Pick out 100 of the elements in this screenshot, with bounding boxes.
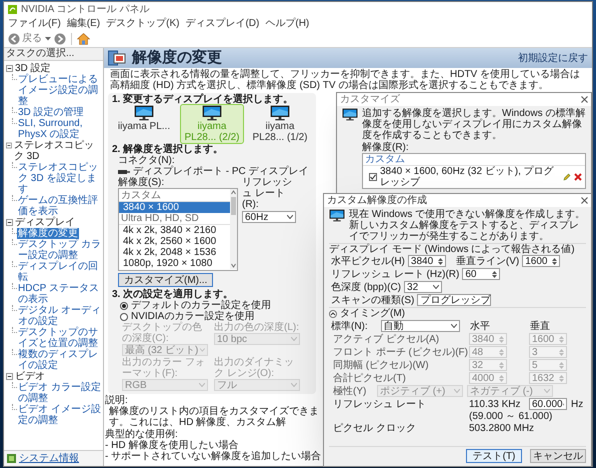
scrollbar-drawing[interactable] [230, 189, 237, 269]
field-label: コネクタ(N): [117, 155, 176, 166]
tree-item[interactable]: ビデオ イメージ設定の調整 [17, 404, 102, 426]
close-icon[interactable] [581, 96, 588, 103]
customize-button[interactable]: カスタマイズ(M)... [118, 273, 214, 287]
column-header: 垂直 [530, 320, 551, 332]
list-item[interactable]: 4k x 2k, 2560 × 1600 [119, 236, 230, 247]
dialog-button[interactable]: キャンセル [530, 449, 586, 463]
dialog-title: カスタマイズ [340, 94, 400, 105]
back-button[interactable]: 戻る [8, 32, 42, 44]
menu-item[interactable]: ヘルプ(H) [265, 18, 310, 28]
display-option[interactable]: iiyama PL... [113, 105, 175, 143]
spin-field[interactable]: 60 [462, 268, 500, 280]
app-logo-icon [8, 4, 17, 14]
menu-item[interactable]: デスクトップ(K) [106, 18, 180, 28]
tree-item[interactable]: ゲームの互換性評価を表示 [17, 195, 102, 217]
field-label: 解像度(S): [118, 177, 166, 188]
dialog-button[interactable]: テスト(T) [466, 449, 522, 463]
monitor-icon [270, 105, 290, 121]
tree-item[interactable]: プレビューによるイメージ設定の調整 [17, 74, 102, 107]
collapse-icon[interactable] [6, 219, 13, 226]
section-toggle[interactable]: タイミング(M) [340, 308, 405, 319]
step-heading: 3. 次の設定を適用します。 [112, 289, 234, 300]
field-label: ピクセル クロック [333, 423, 417, 434]
spinner-arrows-icon[interactable] [552, 256, 558, 266]
usage-item: - HD 解像度を使用したい場合 [105, 440, 238, 451]
dropdown-arrow-icon[interactable] [45, 36, 51, 40]
close-icon[interactable] [581, 197, 588, 204]
section-label: 説明: [105, 395, 129, 406]
tree-item[interactable]: デジタル オーディオの設定 [17, 305, 102, 327]
field-label: 解像度(R): [361, 142, 410, 153]
list-item[interactable]: 1080p, 1920 × 1080 [119, 258, 230, 269]
list-item[interactable]: 4k x 2k, 3840 × 2160 [119, 225, 230, 236]
radio-button[interactable] [120, 302, 128, 310]
tree-item[interactable]: SLI, Surround, PhysX の設定 [17, 118, 102, 140]
monitor-icon [202, 105, 222, 121]
field-label: リフレッシュ レート(R): [242, 177, 293, 210]
spin-field[interactable]: 60.000 [529, 398, 567, 410]
readout-text: 503.2800 MHz [469, 423, 534, 434]
field-label: 色深度 (bpp)(C) [331, 282, 402, 292]
list-item[interactable]: 3840 × 1600, 60Hz (32 ビット), プログレッシブ [380, 166, 560, 188]
field-label: リフレッシュ レート [333, 398, 427, 410]
tree-category[interactable]: ステレオスコピック 3D [14, 140, 102, 162]
monitor-icon [342, 108, 358, 121]
connector-text: ディスプレイポート - PC ディスプレイ [133, 166, 309, 177]
field-label: アクティブ ピクセル(A) [333, 334, 440, 344]
checkbox[interactable] [369, 173, 377, 181]
dialog-message: 現在 Windows で使用できない解像度を作成します。新しいカスタム解像度をテストすると、ディスプレイでフリッカーが発生することがあります。 [349, 209, 586, 242]
dialog-message: 追加する解像度を選択します。Windows の標準解像度を使用しないディスプレイ用にカスタム解像度を作成することもできます。 [362, 108, 586, 141]
field-label: 合計ピクセル(T) [333, 372, 407, 384]
collapse-icon[interactable] [329, 310, 337, 318]
home-icon[interactable] [77, 32, 90, 44]
group-label: ディスプレイ モード (Windows によって報告される値) [329, 244, 576, 255]
tree-item[interactable]: HDCP ステータスの表示 [17, 283, 102, 305]
spinner-arrows-icon[interactable] [438, 256, 443, 266]
field-label: 出力のカラー フォーマット(F): [122, 357, 206, 379]
resolution-list[interactable]: カスタム 3840 × 1600 Ultra HD, HD, SD 4k x 2k, 3840 × 2160 4k x 2k, 2560 × 1600 4k x 2k, 2048 × 1536 1080p, 1920 × 1080 [118, 188, 238, 271]
tree-category[interactable]: ビデオ [15, 371, 45, 382]
dropdown[interactable]: プログレッシブ [417, 294, 492, 306]
tree-category[interactable]: 3D 設定 [15, 63, 51, 74]
field-label: スキャンの種類(S) [331, 294, 414, 306]
list-item[interactable]: 3840 × 1600 [119, 202, 230, 213]
display-option[interactable]: iiyama PL28... (1/2) [249, 105, 311, 143]
menu-item[interactable]: ファイル(F) [8, 18, 61, 28]
menu-item[interactable]: ディスプレイ(D) [185, 18, 260, 28]
tree-item[interactable]: デスクトップのサイズと位置の調整 [17, 327, 102, 349]
tree-item[interactable]: ステレオスコピック 3D を設定します [17, 162, 102, 195]
delete-icon[interactable] [574, 173, 582, 181]
tree-item[interactable]: ディスプレイの回転 [17, 261, 102, 283]
collapse-icon[interactable] [6, 142, 12, 149]
dropdown[interactable]: 32 [404, 281, 442, 293]
tree-item[interactable]: 解像度の変更 [17, 228, 79, 239]
monitor-icon [329, 209, 345, 222]
spin-field[interactable]: 3840 [408, 255, 446, 267]
dropdown[interactable]: 自動 [380, 320, 460, 332]
radio-label[interactable]: デフォルトのカラー設定を使用 [131, 300, 271, 311]
field-label: 同期幅 (ピクセル)(W) [333, 360, 430, 370]
panel-header: タスクの選択... [4, 48, 103, 61]
tree-category[interactable]: ディスプレイ [15, 217, 75, 228]
list-item[interactable]: 4k x 2k, 2048 × 1536 [119, 247, 230, 258]
restore-defaults-link[interactable]: 初期設定に戻す [518, 52, 588, 64]
field-label: 標準(N): [331, 320, 369, 332]
refresh-rate-dropdown[interactable]: 60Hz [242, 211, 296, 223]
collapse-icon[interactable] [6, 373, 13, 380]
pencil-icon[interactable] [563, 173, 571, 181]
radio-label[interactable]: NVIDIAのカラー設定を使用 [131, 311, 254, 322]
radio-button[interactable] [120, 312, 128, 320]
spinner-arrows-icon[interactable] [492, 270, 498, 278]
menu-item[interactable]: 編集(E) [66, 18, 100, 28]
field-label: デスクトップの色の深度(C): [122, 322, 203, 344]
tree-item[interactable]: デスクトップ カラー設定の調整 [17, 239, 102, 261]
info-icon [7, 454, 16, 463]
tree-item[interactable]: 3D 設定の管理 [17, 107, 85, 118]
spin-field[interactable]: 1600 [522, 255, 560, 267]
collapse-icon[interactable] [6, 65, 13, 72]
tree-item[interactable]: 複数のディスプレイの設定 [17, 349, 102, 371]
monitor-icon [134, 105, 154, 121]
tree-item[interactable]: ビデオ カラー設定の調整 [17, 382, 102, 404]
field-label: 出力の色の深度(L): [214, 322, 300, 333]
resolution-list[interactable]: カスタム 3840 × 1600, 60Hz (32 ビット), プログレッシブ [362, 153, 586, 189]
